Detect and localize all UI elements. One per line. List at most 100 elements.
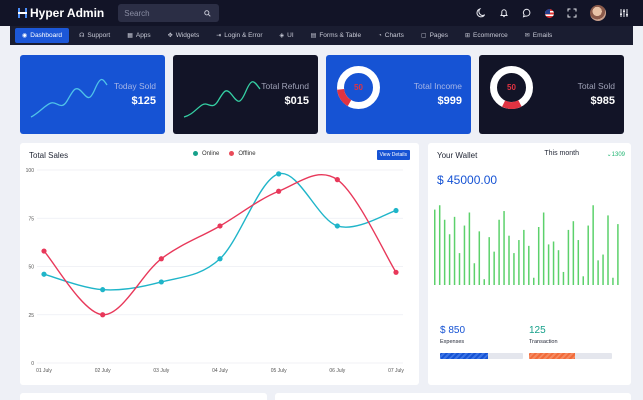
wallet-bar — [483, 279, 485, 285]
data-point-online[interactable] — [41, 271, 47, 277]
wallet-bar — [607, 215, 609, 285]
nav-item-label: Emails — [532, 32, 553, 39]
data-point-online[interactable] — [334, 223, 340, 229]
nav-item-label: Forms & Table — [319, 32, 362, 39]
wallet-bar — [557, 250, 560, 285]
data-point-online[interactable] — [217, 256, 223, 262]
y-tick-label: 0 — [31, 361, 34, 367]
x-tick-label: 02 July — [95, 368, 111, 374]
stat-card-total-sold[interactable]: 50 Total Sold $985 — [479, 55, 624, 134]
search-icon[interactable] — [204, 4, 211, 22]
nav-item-emails[interactable]: ✉ Emails — [518, 28, 560, 43]
stat-card-today-sold[interactable]: Today Sold $125 — [20, 55, 165, 134]
wallet-bar — [602, 254, 604, 285]
data-point-online[interactable] — [158, 279, 164, 285]
nav-item-ecommerce[interactable]: ⊞ Ecommerce — [458, 28, 515, 43]
stat-value: $015 — [284, 95, 309, 107]
flag-icon[interactable] — [545, 8, 554, 18]
nav-item-ui[interactable]: ◈ UI — [273, 28, 301, 43]
wallet-bar-chart — [434, 205, 619, 285]
nav-item-label: Dashboard — [30, 32, 63, 39]
nav-item-charts[interactable]: ◔ Charts — [371, 28, 411, 43]
moon-icon[interactable] — [476, 8, 486, 18]
ui-icon: ◈ — [279, 33, 285, 39]
forms-icon: ▤ — [310, 33, 317, 39]
wallet-bar — [488, 237, 490, 285]
stat-card-total-income[interactable]: 50 Total Income $999 — [326, 55, 471, 134]
nav-item-label: Charts — [384, 32, 404, 39]
wallet-bar — [438, 205, 441, 285]
app-logo[interactable]: Hyper Admin — [18, 6, 104, 20]
nav-item-dashboard[interactable]: ◉ Dashboard — [15, 28, 70, 43]
expenses-label: Expenses — [440, 339, 465, 345]
y-tick-label: 100 — [26, 168, 35, 174]
period-select[interactable]: This month — [544, 150, 579, 157]
stat-card-total-refund[interactable]: Total Refund $015 — [173, 55, 318, 134]
fullscreen-icon[interactable] — [567, 8, 577, 18]
wallet-bar — [582, 276, 584, 285]
legend-offline[interactable]: Offline — [229, 151, 256, 157]
x-tick-label: 01 July — [36, 368, 52, 374]
expenses-progress — [440, 353, 523, 359]
top-bar: Hyper Admin — [0, 0, 643, 26]
wallet-bar — [513, 253, 515, 285]
wallet-bar — [533, 277, 535, 285]
top-actions — [476, 0, 629, 26]
data-point-online[interactable] — [276, 171, 282, 177]
nav-item-forms-table[interactable]: ▤ Forms & Table — [304, 28, 368, 43]
nav-item-widgets[interactable]: ✥ Widgets — [161, 28, 207, 43]
stat-label: Total Sold — [577, 81, 615, 91]
wallet-bar — [617, 224, 619, 285]
total-sales-chart: 0 25 50 75 100 01 July 02 July 03 July 04 July 05… — [26, 168, 405, 374]
nav-item-pages[interactable]: ▢ Pages — [414, 28, 455, 43]
x-tick-label: 05 July — [271, 368, 287, 374]
wallet-bar — [478, 231, 481, 285]
data-point-offline[interactable] — [41, 248, 47, 254]
login-icon: ⇥ — [216, 33, 222, 39]
data-point-online[interactable] — [100, 287, 106, 293]
wallet-amount: $ 45000.00 — [437, 173, 498, 187]
wallet-bar — [592, 205, 594, 285]
wallet-bar — [448, 234, 451, 285]
card-title: Your Wallet — [437, 151, 478, 160]
data-point-online[interactable] — [393, 207, 399, 214]
nav-item-label: UI — [287, 32, 294, 39]
wallet-bar — [562, 271, 565, 285]
wallet-bar — [537, 227, 540, 285]
headset-icon: ☊ — [79, 33, 85, 39]
wallet-bar — [473, 263, 476, 285]
wallet-change: ⌄1309 — [606, 152, 625, 158]
avatar[interactable] — [590, 5, 606, 21]
settings-icon[interactable] — [619, 8, 629, 18]
legend-online[interactable]: Online — [193, 151, 219, 157]
data-point-offline[interactable] — [393, 269, 399, 275]
wallet-bar — [552, 241, 555, 285]
nav-item-support[interactable]: ☊ Support — [72, 28, 117, 43]
chart-legend: Online Offline — [193, 151, 256, 157]
data-point-offline[interactable] — [100, 312, 106, 318]
wallet-bar — [453, 216, 456, 285]
data-point-offline[interactable] — [334, 177, 340, 183]
nav-item-label: Support — [87, 32, 111, 39]
search-input[interactable] — [124, 8, 205, 18]
wallet-bar — [443, 219, 446, 285]
data-point-offline[interactable] — [158, 256, 164, 262]
nav-item-label: Widgets — [175, 32, 200, 39]
wallet-bar — [577, 240, 580, 285]
bell-icon[interactable] — [499, 8, 509, 18]
view-details-button[interactable]: View Details — [376, 150, 410, 160]
dashboard-icon: ◉ — [22, 33, 28, 39]
ring-value: 50 — [507, 83, 516, 92]
data-point-offline[interactable] — [276, 188, 282, 194]
pages-icon: ▢ — [420, 33, 427, 39]
mail-icon: ✉ — [524, 33, 530, 39]
data-point-offline[interactable] — [217, 223, 223, 229]
nav-item-login-error[interactable]: ⇥ Login & Error — [209, 28, 269, 43]
wallet-bar — [597, 260, 599, 285]
chat-icon[interactable] — [522, 8, 532, 18]
search-box[interactable] — [118, 4, 220, 22]
nav-item-apps[interactable]: ▦ Apps — [120, 28, 158, 43]
wallet-bar — [567, 229, 570, 285]
bottom-card-left — [20, 393, 267, 400]
transaction-progress — [529, 353, 612, 359]
